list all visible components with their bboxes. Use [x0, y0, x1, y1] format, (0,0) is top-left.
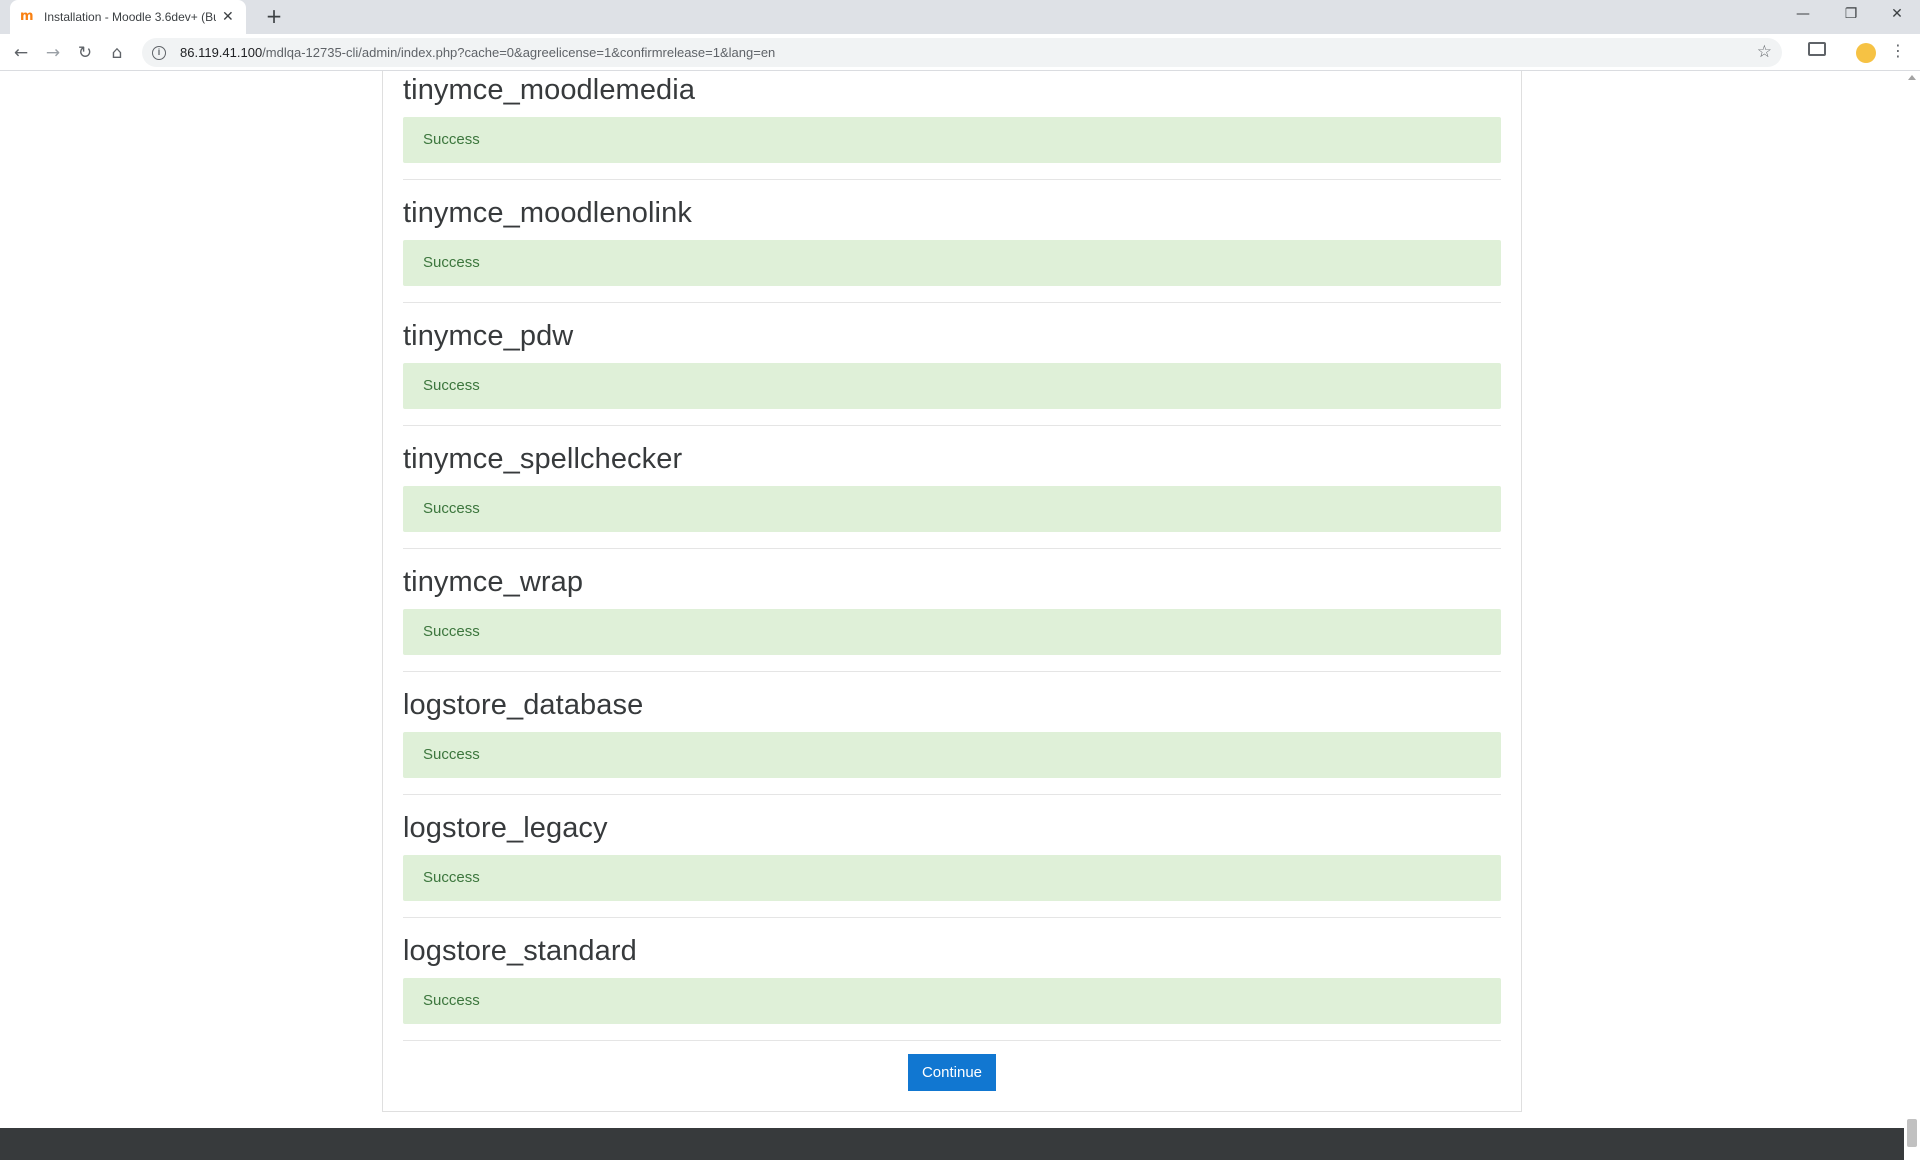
- minimize-button[interactable]: —: [1780, 0, 1826, 30]
- tab-close-icon[interactable]: ✕: [222, 9, 234, 25]
- cast-icon[interactable]: [1808, 42, 1826, 56]
- continue-button[interactable]: Continue: [908, 1054, 996, 1091]
- divider: [403, 179, 1501, 180]
- new-tab-button[interactable]: +: [262, 5, 286, 29]
- scrollbar-thumb[interactable]: [1907, 1119, 1917, 1147]
- bookmark-star-icon[interactable]: ☆: [1757, 42, 1772, 62]
- success-alert: Success: [403, 117, 1501, 163]
- url-text: 86.119.41.100/mdlqa-12735-cli/admin/inde…: [180, 45, 775, 60]
- close-window-button[interactable]: ✕: [1874, 0, 1920, 30]
- divider: [403, 671, 1501, 672]
- success-alert: Success: [403, 240, 1501, 286]
- divider: [403, 548, 1501, 549]
- plugin-name: tinymce_spellchecker: [403, 443, 683, 475]
- reload-button[interactable]: ↻: [72, 40, 98, 66]
- divider: [403, 302, 1501, 303]
- success-alert: Success: [403, 855, 1501, 901]
- plugin-name: tinymce_pdw: [403, 320, 574, 352]
- forward-button[interactable]: →: [40, 40, 66, 66]
- plugin-name: tinymce_moodlenolink: [403, 197, 692, 229]
- divider: [403, 794, 1501, 795]
- browser-tab-strip: m Installation - Moodle 3.6dev+ (Bu ✕ + …: [0, 0, 1920, 34]
- plugin-name: logstore_standard: [403, 935, 637, 967]
- plugin-name: tinymce_wrap: [403, 566, 584, 598]
- success-alert: Success: [403, 609, 1501, 655]
- success-alert: Success: [403, 363, 1501, 409]
- success-alert: Success: [403, 978, 1501, 1024]
- profile-avatar[interactable]: [1856, 43, 1876, 63]
- plugin-name: logstore_legacy: [403, 812, 608, 844]
- success-alert: Success: [403, 732, 1501, 778]
- divider: [403, 917, 1501, 918]
- plugin-result: tinymce_spellchecker Success: [403, 440, 1501, 549]
- divider: [403, 1040, 1501, 1041]
- scroll-up-arrow-icon[interactable]: [1908, 75, 1916, 80]
- tab-title: Installation - Moodle 3.6dev+ (Bu: [44, 10, 216, 24]
- page-viewport: tinymce_moodlemedia Success tinymce_moodle…: [0, 71, 1904, 1160]
- site-info-icon[interactable]: i: [152, 45, 166, 60]
- url-host: 86.119.41.100: [180, 45, 263, 60]
- plugin-result: logstore_database Success: [403, 686, 1501, 795]
- moodle-favicon-icon: m: [20, 9, 34, 24]
- plugin-result: tinymce_moodlenolink Success: [403, 194, 1501, 303]
- restore-button[interactable]: ❐: [1828, 0, 1874, 30]
- address-bar[interactable]: i 86.119.41.100/mdlqa-12735-cli/admin/in…: [142, 38, 1782, 67]
- plugin-result: tinymce_wrap Success: [403, 563, 1501, 672]
- install-results-card: tinymce_moodlemedia Success tinymce_moodle…: [382, 71, 1522, 1112]
- success-alert: Success: [403, 486, 1501, 532]
- divider: [403, 425, 1501, 426]
- plugin-name: logstore_database: [403, 689, 644, 721]
- plugin-result: logstore_legacy Success: [403, 809, 1501, 918]
- plugin-name: tinymce_moodlemedia: [403, 74, 696, 106]
- page-footer: [0, 1128, 1904, 1160]
- home-button[interactable]: ⌂: [104, 40, 130, 66]
- browser-tab[interactable]: m Installation - Moodle 3.6dev+ (Bu ✕: [10, 0, 246, 34]
- browser-toolbar: ← → ↻ ⌂ i 86.119.41.100/mdlqa-12735-cli/…: [0, 34, 1920, 71]
- url-path: /mdlqa-12735-cli/admin/index.php?cache=0…: [262, 45, 776, 60]
- plugin-result: tinymce_pdw Success: [403, 317, 1501, 426]
- plugin-result: tinymce_moodlemedia Success: [403, 71, 1501, 180]
- back-button[interactable]: ←: [8, 40, 34, 66]
- plugin-result: logstore_standard Success: [403, 932, 1501, 1041]
- vertical-scrollbar[interactable]: [1904, 71, 1920, 1160]
- browser-menu-icon[interactable]: ⋮: [1890, 41, 1906, 60]
